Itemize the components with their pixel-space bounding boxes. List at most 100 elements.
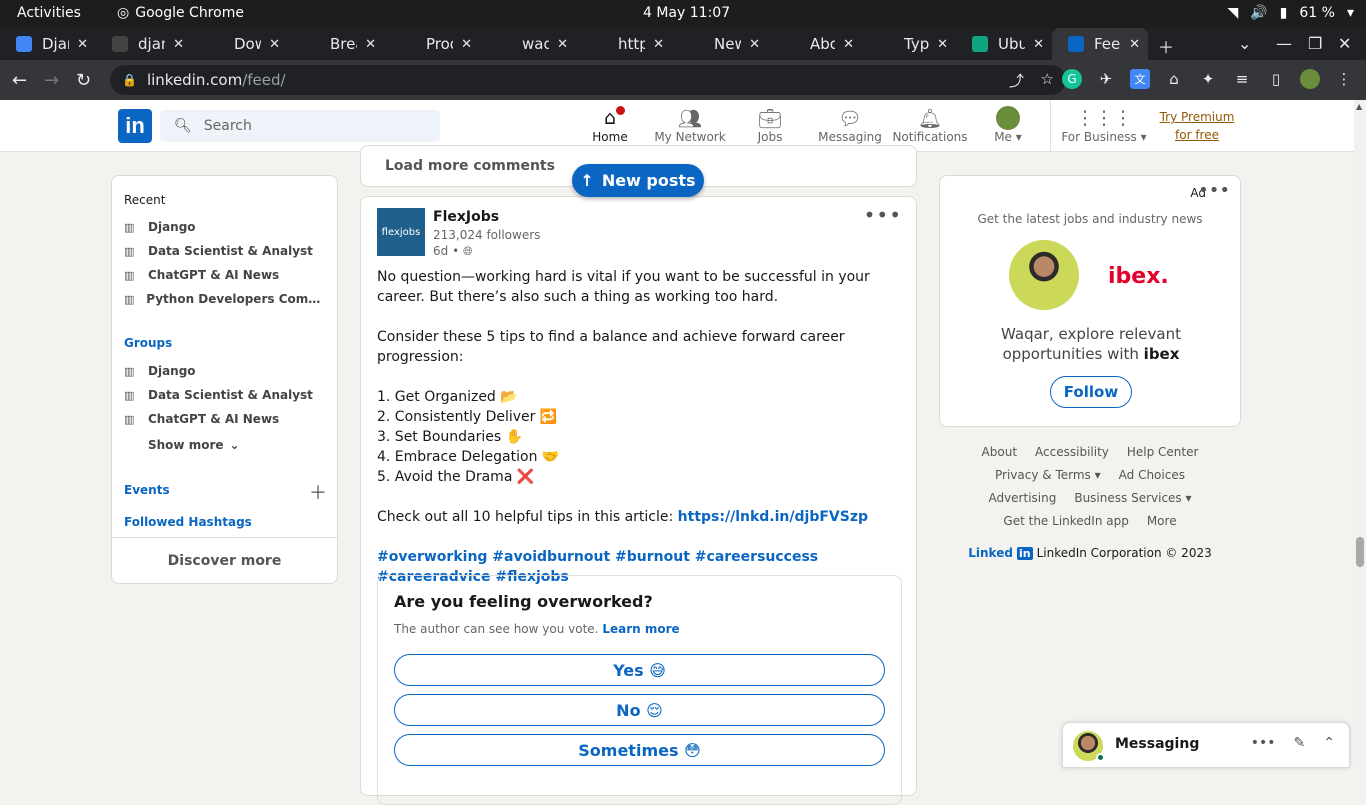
share-icon[interactable]: ⤴: [1009, 70, 1024, 91]
chrome-menu-icon[interactable]: ⋮: [1334, 69, 1354, 89]
back-button[interactable]: ←: [12, 70, 27, 91]
page-scrollbar[interactable]: ▲: [1354, 100, 1366, 768]
footer-link[interactable]: More: [1147, 514, 1177, 528]
close-tab-icon[interactable]: ✕: [937, 37, 948, 52]
footer-link[interactable]: Accessibility: [1035, 445, 1109, 459]
recent-item[interactable]: ▥Python Developers Community: [124, 292, 329, 306]
messaging-overlay[interactable]: Messaging ••• ✎ ⌃: [1062, 722, 1350, 768]
forward-button[interactable]: →: [44, 70, 59, 91]
article-link[interactable]: https://lnkd.in/djbFVSzp: [678, 509, 868, 525]
close-tab-icon[interactable]: ✕: [1033, 37, 1044, 52]
company-logo[interactable]: flexjobs: [377, 208, 425, 256]
profile-avatar[interactable]: [1300, 69, 1320, 89]
media-control-icon[interactable]: ≡: [1232, 69, 1252, 89]
address-bar[interactable]: 🔒 linkedin.com/feed/ ⤴ ☆: [110, 65, 1066, 95]
learn-more-link[interactable]: Learn more: [602, 622, 679, 636]
groups-heading[interactable]: Groups: [124, 336, 172, 350]
try-premium-link[interactable]: Try Premium for free: [1150, 108, 1244, 144]
nav-me[interactable]: Me ▾: [970, 106, 1046, 144]
translate-icon[interactable]: 文: [1130, 69, 1150, 89]
close-tab-icon[interactable]: ✕: [77, 37, 88, 52]
nav-jobs[interactable]: 💼︎ Jobs: [730, 106, 810, 145]
advertiser-logo[interactable]: ibex.: [1108, 264, 1169, 289]
events-link[interactable]: Events: [124, 483, 170, 497]
extension-icon[interactable]: ⌂: [1164, 69, 1184, 89]
active-app-menu[interactable]: ◎ Google Chrome: [117, 5, 244, 21]
browser-tab[interactable]: New ✕: [672, 28, 768, 60]
close-tab-icon[interactable]: ✕: [365, 37, 376, 52]
close-tab-icon[interactable]: ✕: [749, 37, 760, 52]
group-item[interactable]: ▥ ChatGPT & AI News: [124, 412, 329, 426]
close-tab-icon[interactable]: ✕: [269, 37, 280, 52]
close-tab-icon[interactable]: ✕: [461, 37, 472, 52]
system-tray[interactable]: ◥ 🔊 ▮ 61 % ▾: [1227, 5, 1354, 21]
puzzle-icon[interactable]: ✦: [1198, 69, 1218, 89]
browser-tab[interactable]: Django ✕: [0, 28, 96, 60]
more-options-icon[interactable]: •••: [1251, 735, 1276, 751]
footer-link[interactable]: About: [982, 445, 1017, 459]
grammarly-icon[interactable]: G: [1062, 69, 1082, 89]
footer-link[interactable]: Get the LinkedIn app: [1003, 514, 1128, 528]
scroll-up-arrow-icon[interactable]: ▲: [1356, 102, 1362, 111]
browser-tab[interactable]: waqar ✕: [480, 28, 576, 60]
load-more-comments-button[interactable]: Load more comments: [385, 158, 555, 174]
activities-button[interactable]: Activities: [17, 5, 81, 21]
close-window-button[interactable]: ✕: [1338, 34, 1351, 53]
close-tab-icon[interactable]: ✕: [843, 37, 854, 52]
minimize-window-button[interactable]: —: [1276, 34, 1292, 53]
browser-tab[interactable]: Type ✕: [862, 28, 956, 60]
post-options-icon[interactable]: •••: [864, 203, 902, 227]
nav-messaging[interactable]: 💬︎ Messaging: [810, 106, 890, 145]
close-tab-icon[interactable]: ✕: [557, 37, 568, 52]
add-event-icon[interactable]: ＋: [309, 479, 327, 505]
browser-tab[interactable]: Ubuntu ✕: [956, 28, 1052, 60]
footer-link[interactable]: Business Services ▾: [1074, 491, 1191, 505]
close-tab-icon[interactable]: ✕: [1129, 37, 1140, 52]
poll-option-sometimes[interactable]: Sometimes 😳: [394, 734, 885, 766]
new-tab-button[interactable]: ＋: [1158, 34, 1174, 58]
browser-tab[interactable]: Feed ✕: [1052, 28, 1148, 60]
show-more-button[interactable]: Show more ⌄: [148, 438, 353, 452]
scrollbar-thumb[interactable]: [1356, 537, 1364, 567]
group-item[interactable]: ▥ Data Scientist & Analyst: [124, 388, 329, 402]
footer-link[interactable]: Advertising: [988, 491, 1056, 505]
group-item[interactable]: ▥ Django: [124, 364, 329, 378]
browser-tab[interactable]: About ✕: [768, 28, 862, 60]
post-author[interactable]: FlexJobs: [433, 209, 499, 225]
follow-button[interactable]: Follow: [1050, 376, 1132, 408]
maximize-window-button[interactable]: ❐: [1308, 34, 1322, 53]
close-tab-icon[interactable]: ✕: [653, 37, 664, 52]
browser-tab[interactable]: Break ✕: [288, 28, 384, 60]
close-tab-icon[interactable]: ✕: [173, 37, 184, 52]
footer-link[interactable]: Ad Choices: [1119, 468, 1185, 482]
footer-link[interactable]: Help Center: [1127, 445, 1199, 459]
side-panel-icon[interactable]: ▯: [1266, 69, 1286, 89]
linkedin-logo[interactable]: in: [118, 109, 152, 143]
ad-options-icon[interactable]: •••: [1198, 180, 1230, 201]
poll-option-no[interactable]: No 😌: [394, 694, 885, 726]
post-card: flexjobs FlexJobs 213,024 followers 6d •…: [360, 196, 917, 805]
discover-more-button[interactable]: Discover more: [112, 537, 337, 583]
reload-button[interactable]: ↻: [76, 70, 91, 91]
extension-icon[interactable]: ✈: [1096, 69, 1116, 89]
nav-my-network[interactable]: 👥︎ My Network: [650, 106, 730, 145]
poll-option-yes[interactable]: Yes 😅: [394, 654, 885, 686]
nav-notifications[interactable]: 🔔︎ Notifications: [890, 106, 970, 145]
browser-tab[interactable]: https ✕: [576, 28, 672, 60]
browser-tab[interactable]: Prod ✕: [384, 28, 480, 60]
compose-icon[interactable]: ✎: [1294, 735, 1306, 751]
tab-search-chevron-icon[interactable]: ⌄: [1238, 34, 1251, 53]
footer-link[interactable]: Privacy & Terms ▾: [995, 468, 1101, 482]
followed-hashtags-link[interactable]: Followed Hashtags: [124, 515, 252, 529]
new-posts-button[interactable]: ↑ New posts: [572, 164, 704, 197]
nav-for-business[interactable]: ⋮⋮⋮ For Business ▾: [1058, 106, 1150, 144]
recent-item[interactable]: ▥ Django: [124, 220, 329, 234]
browser-tab[interactable]: Downloads ✕: [192, 28, 288, 60]
clock[interactable]: 4 May 11:07: [643, 5, 730, 21]
bookmark-star-icon[interactable]: ☆: [1041, 70, 1054, 88]
chevron-up-icon[interactable]: ⌃: [1323, 735, 1335, 751]
recent-item[interactable]: ▥ ChatGPT & AI News: [124, 268, 329, 282]
recent-item[interactable]: ▥ Data Scientist & Analyst: [124, 244, 329, 258]
search-input[interactable]: 🔍︎ Search: [160, 110, 440, 142]
browser-tab[interactable]: django ✕: [96, 28, 192, 60]
